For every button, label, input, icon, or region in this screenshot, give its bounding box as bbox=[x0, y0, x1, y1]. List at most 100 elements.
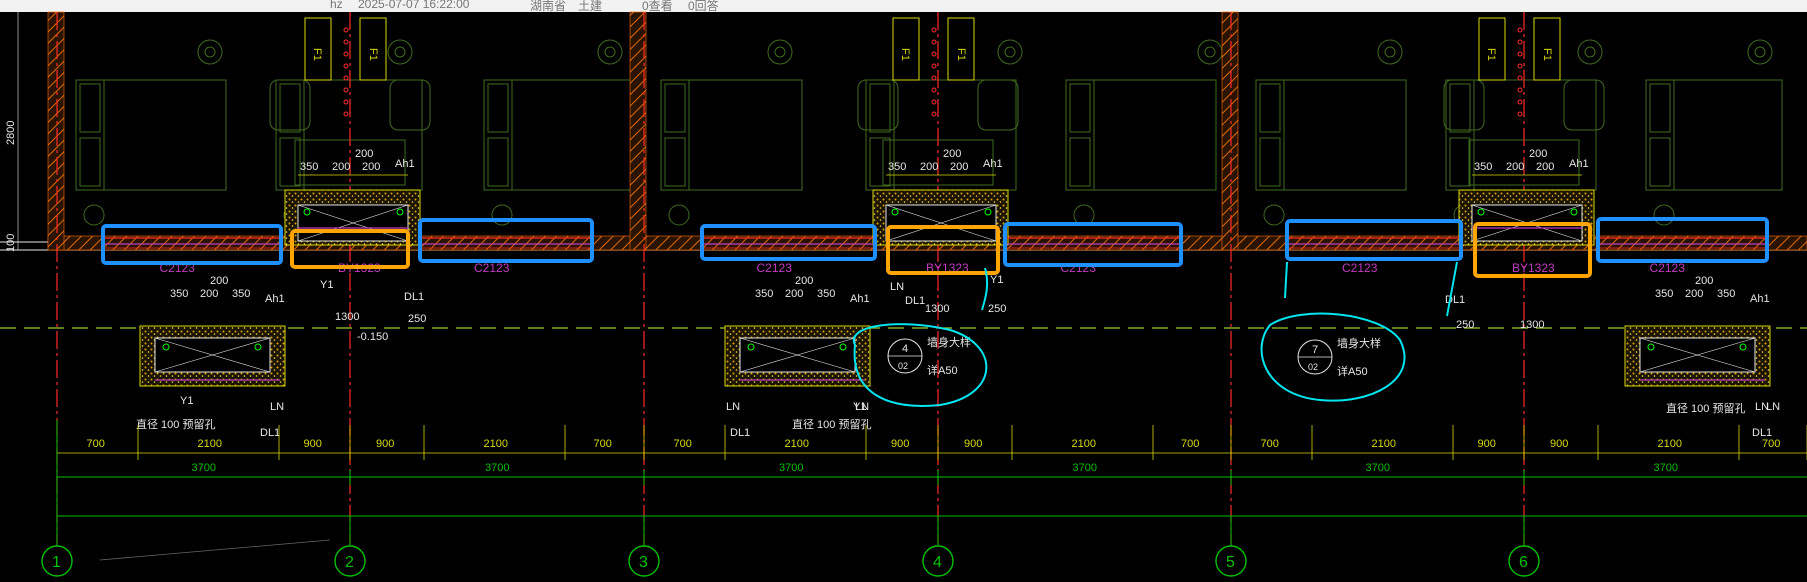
segment-dim-text: 700 bbox=[674, 438, 692, 450]
cad-line bbox=[99, 539, 331, 561]
f1-label: F1 bbox=[1485, 48, 1497, 61]
dim-text: 250 bbox=[408, 313, 426, 325]
pillow bbox=[869, 137, 891, 187]
cad-floor-plan: F1 F1 F1 F1 F1 F1Ah1BY1323Ah1BY1323Ah1BY1323C… bbox=[0, 11, 1807, 577]
dim-text: 200 bbox=[1506, 161, 1524, 173]
bed-outline bbox=[275, 79, 423, 191]
segment-dim-text: 900 bbox=[1550, 438, 1568, 450]
dl1-label: DL1 bbox=[260, 427, 280, 439]
pillow bbox=[487, 137, 509, 187]
party-wall bbox=[1221, 11, 1239, 251]
dim-text: 350 bbox=[300, 161, 318, 173]
segment-dim-text: 900 bbox=[964, 438, 982, 450]
ah-label: Ah1 bbox=[1750, 293, 1770, 305]
segment-dim-text: 2100 bbox=[484, 438, 508, 450]
segment-dim-text: 700 bbox=[1181, 438, 1199, 450]
bay-window-label: BY1323 bbox=[1512, 261, 1555, 275]
pipe-circle bbox=[1517, 87, 1523, 93]
lamp-circle bbox=[1653, 204, 1675, 226]
dim-text: 200 bbox=[785, 288, 803, 300]
pipe-circle bbox=[1517, 51, 1523, 57]
pillow bbox=[1069, 83, 1091, 133]
pillow bbox=[279, 137, 301, 187]
ln-label: LN bbox=[270, 401, 284, 413]
dim-text: 200 bbox=[1695, 275, 1713, 287]
freehand-stroke-annotation bbox=[1446, 261, 1458, 317]
pipe-circle bbox=[343, 27, 349, 33]
callout-title: 墙身大样 bbox=[1337, 336, 1381, 350]
pipe-circle bbox=[343, 51, 349, 57]
lamp-inner bbox=[604, 46, 616, 58]
pillow bbox=[1259, 137, 1281, 187]
pillow bbox=[1449, 137, 1471, 187]
segment-dim-text: 700 bbox=[87, 438, 105, 450]
dim-text: 350 bbox=[170, 288, 188, 300]
dim-text: 1300 bbox=[1520, 319, 1544, 331]
dim-text: 350 bbox=[755, 288, 773, 300]
pipe-circle bbox=[931, 51, 937, 57]
bed-outline bbox=[483, 79, 633, 191]
pillow bbox=[664, 137, 686, 187]
segment-dim-text: 2100 bbox=[198, 438, 222, 450]
pipe-circle bbox=[931, 63, 937, 69]
f1-label: F1 bbox=[899, 48, 911, 61]
pipe-circle bbox=[931, 111, 937, 117]
dim-text: 350 bbox=[1474, 161, 1492, 173]
pipe-circle bbox=[931, 87, 937, 93]
f1-label: F1 bbox=[367, 48, 379, 61]
dl1-label: DL1 bbox=[730, 427, 750, 439]
lamp-inner bbox=[1384, 46, 1396, 58]
bed-outline bbox=[1645, 79, 1783, 191]
f1-label: F1 bbox=[311, 48, 323, 61]
pipe-circle bbox=[343, 39, 349, 45]
span-dim-text: 3700 bbox=[1073, 462, 1097, 474]
dim-text: 200 bbox=[943, 148, 961, 160]
pipe-circle bbox=[1517, 111, 1523, 117]
pipe-circle bbox=[931, 39, 937, 45]
dim-text: 200 bbox=[1685, 288, 1703, 300]
f1-label: F1 bbox=[955, 48, 967, 61]
dim-text: 350 bbox=[888, 161, 906, 173]
lamp-inner bbox=[1584, 46, 1596, 58]
pillow bbox=[1449, 83, 1471, 133]
hole-label: 直径 100 预留孔 bbox=[136, 417, 215, 431]
pillow bbox=[1649, 137, 1671, 187]
pipe-circle bbox=[343, 111, 349, 117]
freehand-circle-annotation bbox=[1260, 312, 1406, 402]
span-dim-text: 3700 bbox=[779, 462, 803, 474]
dim-text: 200 bbox=[200, 288, 218, 300]
callout-ref: 详A50 bbox=[927, 363, 958, 377]
pillow bbox=[487, 83, 509, 133]
ln-label: LN bbox=[1766, 401, 1780, 413]
segment-dim-text: 2100 bbox=[1658, 438, 1682, 450]
callout-ref: 详A50 bbox=[1337, 364, 1368, 378]
pillow bbox=[664, 83, 686, 133]
armchair bbox=[389, 79, 431, 131]
dim-text: 200 bbox=[1529, 148, 1547, 160]
dim-text: 200 bbox=[355, 148, 373, 160]
pipe-circle bbox=[931, 75, 937, 81]
lamp-circle bbox=[1263, 204, 1285, 226]
segment-dim-text: 2100 bbox=[785, 438, 809, 450]
lamp-circle bbox=[597, 39, 623, 65]
dim-text: 350 bbox=[232, 288, 250, 300]
bed-outline bbox=[1255, 79, 1407, 191]
lamp-inner bbox=[1754, 46, 1766, 58]
dim-text: 200 bbox=[795, 275, 813, 287]
span-dim-text: 3700 bbox=[485, 462, 509, 474]
y1-label: Y1 bbox=[320, 279, 333, 291]
pillow bbox=[1259, 83, 1281, 133]
pipe-circle bbox=[343, 99, 349, 105]
lamp-circle bbox=[387, 39, 413, 65]
segment-dim-text: 700 bbox=[594, 438, 612, 450]
lamp-circle bbox=[197, 39, 223, 65]
window-label: C2123 bbox=[757, 261, 793, 275]
lamp-circle bbox=[997, 39, 1023, 65]
pipe-circle bbox=[1517, 63, 1523, 69]
segment-dim-text: 2100 bbox=[1072, 438, 1096, 450]
dl1-label: DL1 bbox=[1445, 294, 1465, 306]
pipe-circle bbox=[1517, 75, 1523, 81]
freehand-stroke-annotation bbox=[1284, 261, 1288, 299]
lamp-circle bbox=[1197, 39, 1223, 65]
segment-dim-text: 700 bbox=[1261, 438, 1279, 450]
